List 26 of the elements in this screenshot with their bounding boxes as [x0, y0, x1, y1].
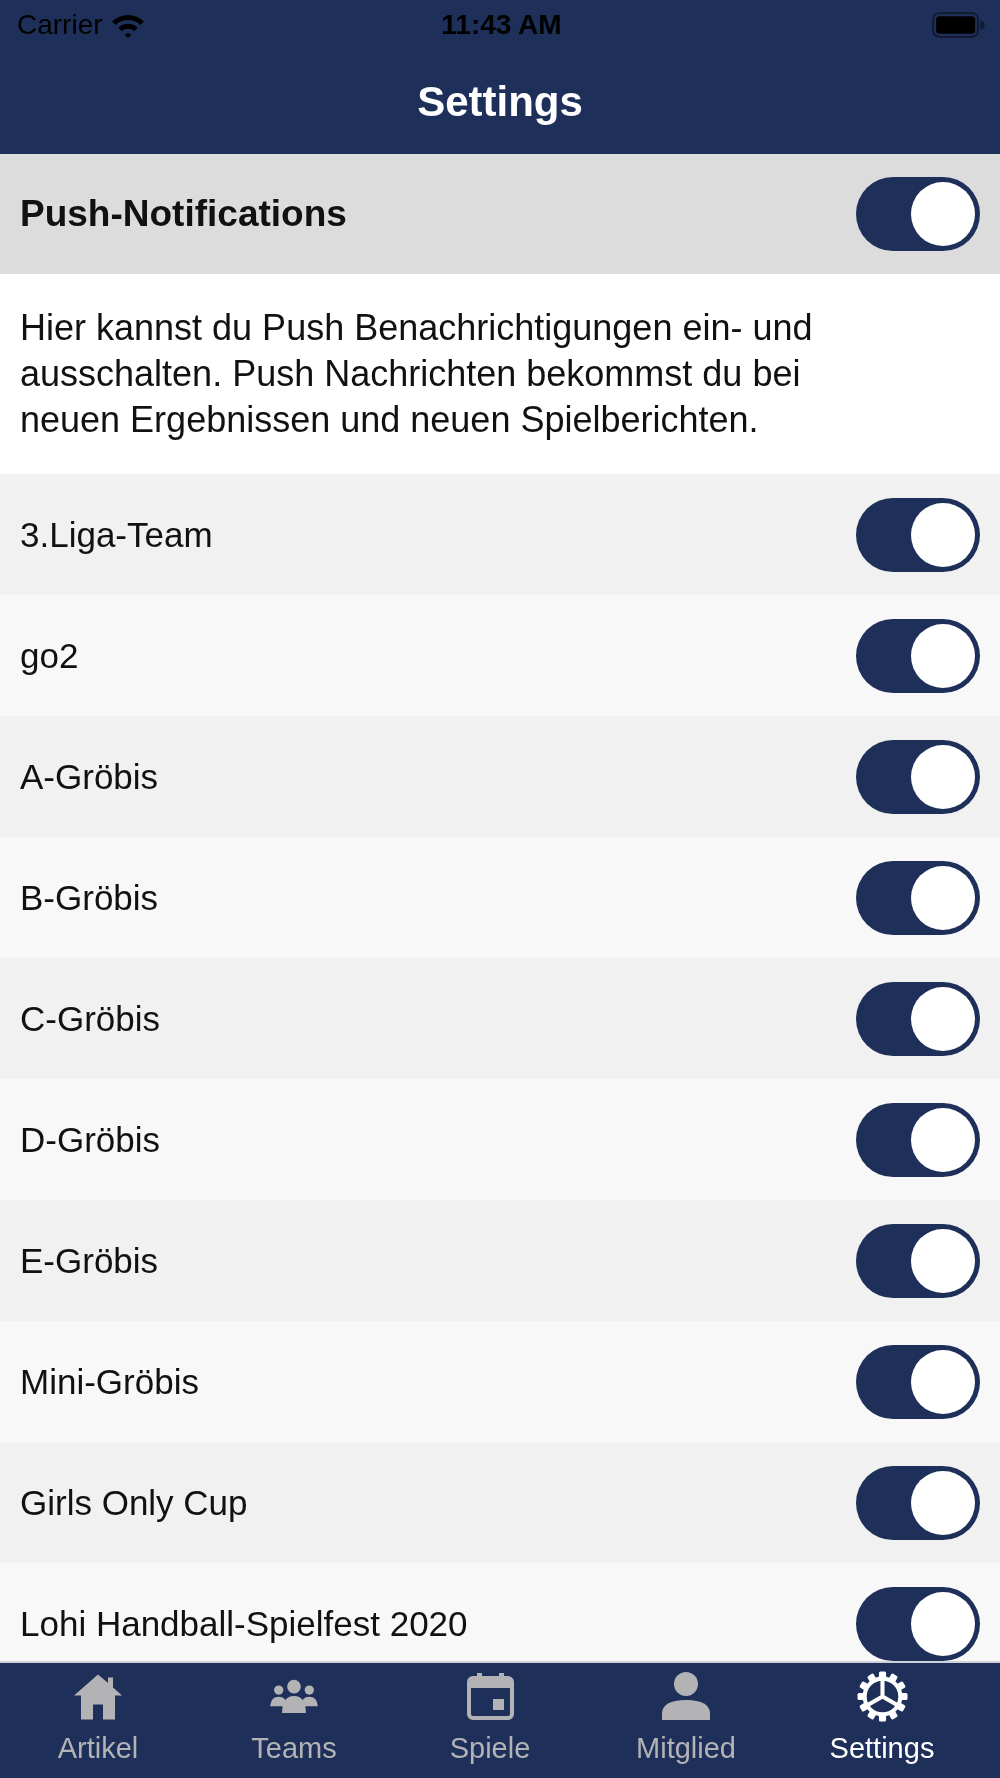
tab-button[interactable]: Mitglied: [588, 1663, 784, 1778]
section-title: Push-Notifications: [20, 193, 347, 235]
team-name: A-Gröbis: [20, 756, 159, 797]
team-name: Mini-Gröbis: [20, 1361, 199, 1402]
team-name: Lohi Handball-Spielfest 2020: [20, 1603, 468, 1644]
tab-button[interactable]: Spiele: [392, 1663, 588, 1778]
wifi-icon: [110, 12, 145, 38]
person-icon: [662, 1672, 710, 1720]
status-time: 11:43 AM: [441, 9, 562, 41]
tab-button[interactable]: Settings: [784, 1663, 980, 1778]
tab-button[interactable]: Artikel: [0, 1663, 196, 1778]
gear-icon: [856, 1670, 908, 1722]
team-name: C-Gröbis: [20, 998, 161, 1039]
carrier-label: Carrier: [17, 9, 103, 41]
team-name: 3.Liga-Team: [20, 514, 213, 555]
team-name: Girls Only Cup: [20, 1482, 248, 1523]
team-name: B-Gröbis: [20, 877, 159, 918]
screen-title: Settings: [417, 78, 583, 126]
team-name: go2: [20, 635, 79, 676]
home-icon: [73, 1672, 123, 1720]
calendar-icon: [466, 1672, 514, 1720]
team-name: E-Gröbis: [20, 1240, 159, 1281]
people-group-icon: [267, 1679, 321, 1713]
team-name: D-Gröbis: [20, 1119, 161, 1160]
tab-button[interactable]: Teams: [196, 1663, 392, 1778]
battery-icon: [930, 12, 986, 38]
